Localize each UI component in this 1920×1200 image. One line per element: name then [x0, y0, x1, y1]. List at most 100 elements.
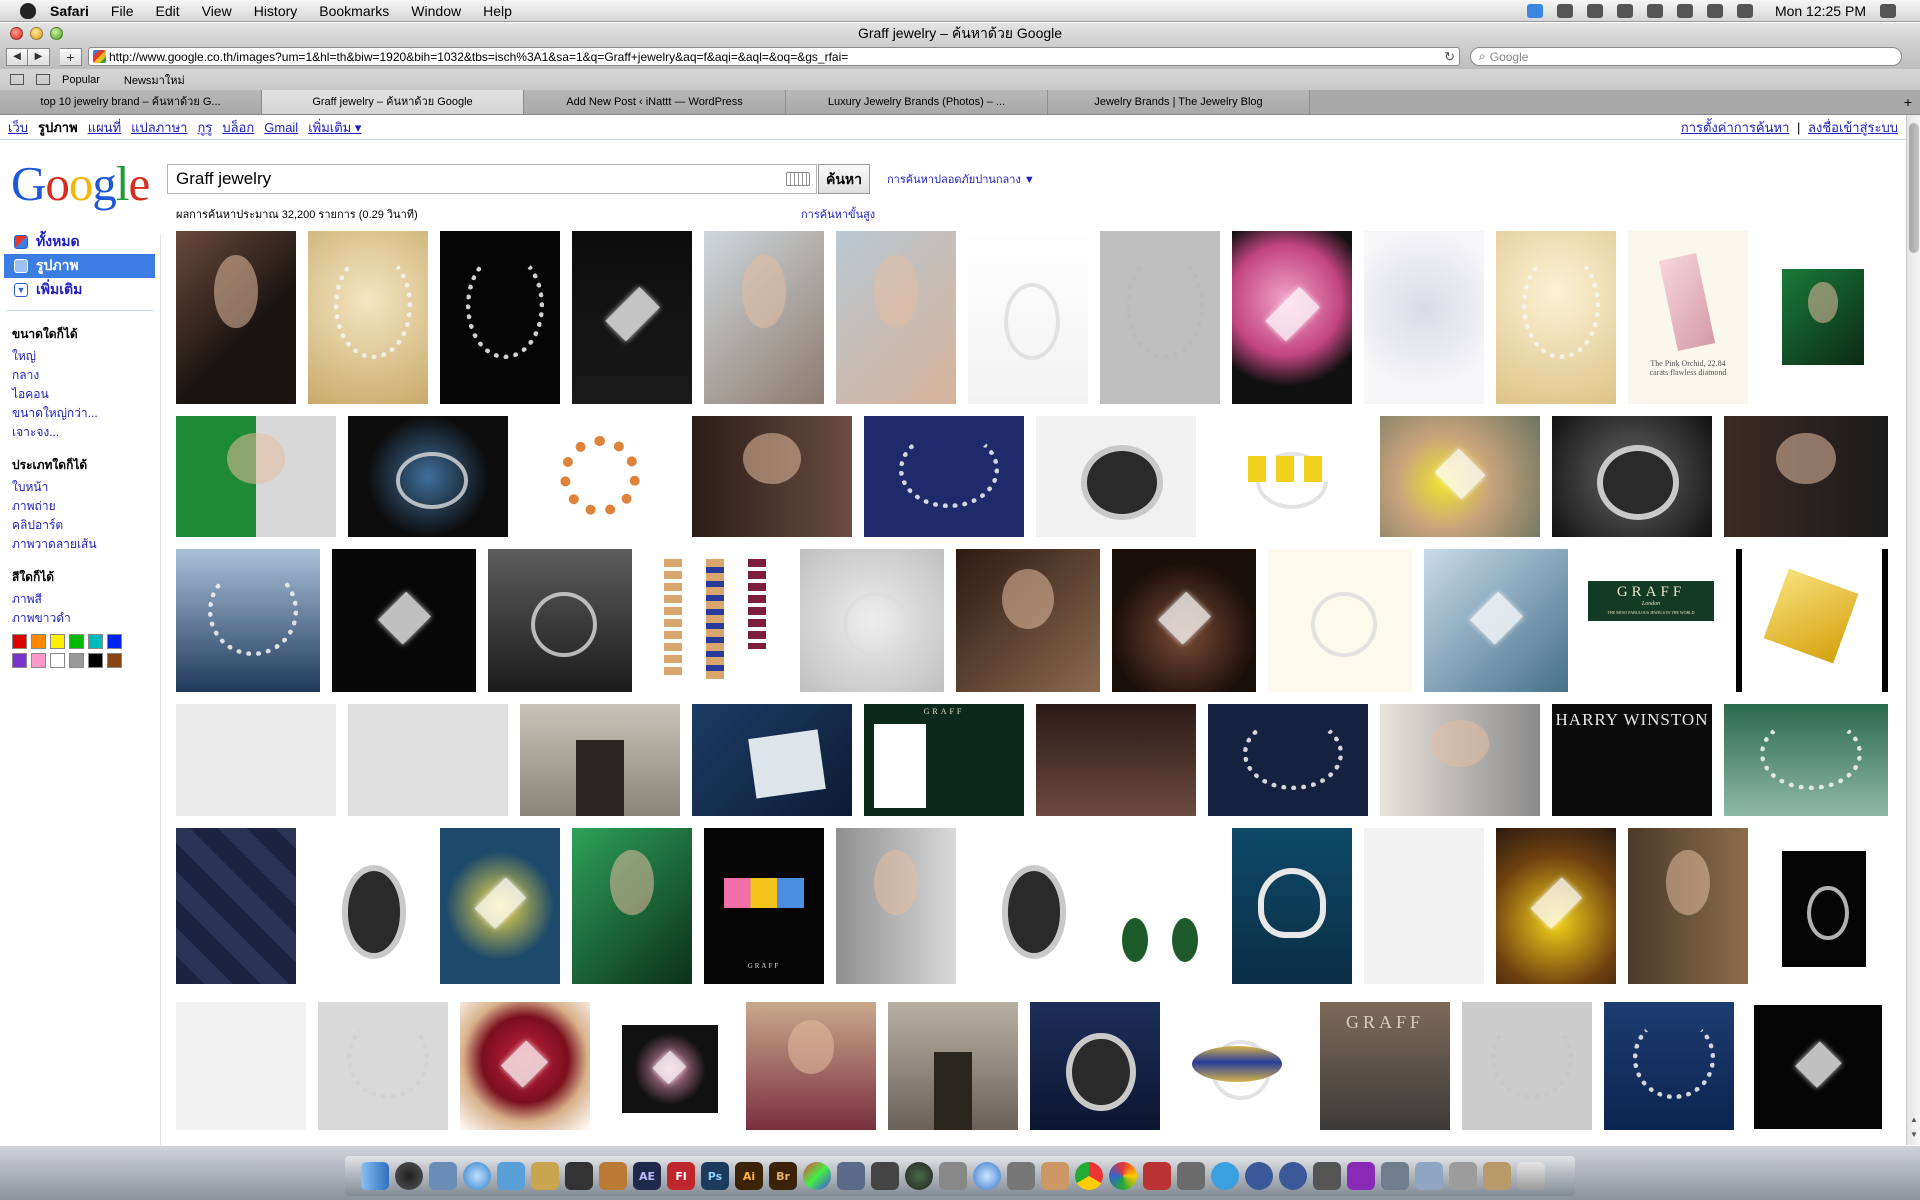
- size-icon-link[interactable]: ไอคอน: [12, 385, 160, 404]
- image-result[interactable]: [888, 1002, 1018, 1130]
- page-scrollbar[interactable]: ▲ ▼: [1906, 115, 1920, 1145]
- image-result[interactable]: [1754, 1005, 1882, 1129]
- spaces-icon[interactable]: [837, 1162, 865, 1190]
- image-result[interactable]: [1208, 704, 1368, 816]
- image-result[interactable]: The Pink Orchid, 22.84 carats flawless d…: [1628, 231, 1748, 404]
- address-bar[interactable]: http://www.google.co.th/images?um=1&hl=t…: [88, 47, 1460, 66]
- type-images[interactable]: รูปภาพ: [4, 254, 155, 278]
- color-swatch[interactable]: [107, 634, 122, 649]
- image-result[interactable]: HARRY WINSTON: [1552, 704, 1712, 816]
- type-lineart-link[interactable]: ภาพวาดลายเส้น: [12, 535, 160, 554]
- app-icon[interactable]: [1177, 1162, 1205, 1190]
- tab-jewelry-blog[interactable]: Jewelry Brands | The Jewelry Blog: [1048, 90, 1310, 114]
- browser-search-placeholder[interactable]: Google: [1490, 50, 1529, 64]
- image-result[interactable]: [308, 828, 428, 984]
- gbar-more-link[interactable]: เพิ่มเติม ▾: [308, 117, 361, 138]
- volume-icon[interactable]: [1736, 3, 1753, 18]
- menu-bookmarks[interactable]: Bookmarks: [319, 3, 389, 19]
- forward-button[interactable]: ▶: [28, 47, 50, 66]
- guitar-icon[interactable]: [599, 1162, 627, 1190]
- app-icon[interactable]: [1313, 1162, 1341, 1190]
- image-result[interactable]: [1462, 1002, 1592, 1130]
- image-result[interactable]: [692, 704, 852, 816]
- image-result[interactable]: [440, 231, 560, 404]
- image-result[interactable]: [1036, 704, 1196, 816]
- image-result[interactable]: GRAFF: [1320, 1002, 1450, 1130]
- iphoto-icon[interactable]: [497, 1162, 525, 1190]
- safari-icon[interactable]: [463, 1162, 491, 1190]
- image-result[interactable]: [956, 549, 1100, 692]
- image-result[interactable]: [572, 231, 692, 404]
- image-result[interactable]: [308, 231, 428, 404]
- image-result[interactable]: [704, 231, 824, 404]
- time-machine-icon[interactable]: [905, 1162, 933, 1190]
- image-result[interactable]: GRAFF London THE MOST FABULOUS JEWELS IN…: [1588, 581, 1714, 621]
- image-result[interactable]: [1496, 231, 1616, 404]
- scroll-thumb[interactable]: [1909, 123, 1919, 253]
- bridge-icon[interactable]: Br: [769, 1162, 797, 1190]
- image-result[interactable]: [1100, 828, 1220, 984]
- image-result[interactable]: [1782, 851, 1866, 967]
- image-result[interactable]: [1100, 231, 1220, 404]
- image-result[interactable]: [1496, 828, 1616, 984]
- show-all-bookmarks-icon[interactable]: [10, 74, 24, 85]
- menu-edit[interactable]: Edit: [155, 3, 179, 19]
- image-result[interactable]: [1736, 549, 1888, 692]
- image-result[interactable]: [1628, 828, 1748, 984]
- image-result[interactable]: [644, 549, 788, 692]
- illustrator-icon[interactable]: Ai: [735, 1162, 763, 1190]
- image-result[interactable]: [572, 828, 692, 984]
- picasa-icon[interactable]: [1109, 1162, 1137, 1190]
- image-result[interactable]: [692, 416, 852, 537]
- scroll-down-arrow-icon[interactable]: ▼: [1910, 1130, 1918, 1139]
- video-icon[interactable]: [871, 1162, 899, 1190]
- chrome-icon[interactable]: [1075, 1162, 1103, 1190]
- image-result[interactable]: [1208, 416, 1368, 537]
- color-swatch[interactable]: [69, 653, 84, 668]
- image-result[interactable]: [460, 1002, 590, 1130]
- gbar-guru-link[interactable]: กูรู: [197, 117, 212, 138]
- bookmark-news[interactable]: Newsมาใหม่: [124, 71, 185, 89]
- image-result[interactable]: [1030, 1002, 1160, 1130]
- image-result[interactable]: [440, 828, 560, 984]
- image-result[interactable]: [968, 231, 1088, 404]
- type-photo-link[interactable]: ภาพถ่าย: [12, 497, 160, 516]
- image-result[interactable]: [864, 416, 1024, 537]
- color-swatch[interactable]: [50, 634, 65, 649]
- image-result[interactable]: [1724, 704, 1888, 816]
- after-effects-icon[interactable]: AE: [633, 1162, 661, 1190]
- finder-icon[interactable]: [361, 1162, 389, 1190]
- color-swatch[interactable]: [50, 653, 65, 668]
- image-result[interactable]: [1724, 416, 1888, 537]
- tab-luxury-jewelry-brands[interactable]: Luxury Jewelry Brands (Photos) – ...: [786, 90, 1048, 114]
- color-swatch[interactable]: [12, 653, 27, 668]
- tab-wordpress-new-post[interactable]: Add New Post ‹ iNattt — WordPress: [524, 90, 786, 114]
- skype-icon[interactable]: [1211, 1162, 1239, 1190]
- image-result[interactable]: [800, 549, 944, 692]
- apple-menu-icon[interactable]: [20, 2, 36, 19]
- color-full-link[interactable]: ภาพสี: [12, 590, 160, 609]
- code-icon[interactable]: [1586, 3, 1603, 18]
- spotlight-icon[interactable]: [1880, 3, 1896, 18]
- color-swatch[interactable]: [88, 634, 103, 649]
- size-exact-link[interactable]: เจาะจง...: [12, 423, 160, 442]
- image-result[interactable]: [1424, 549, 1568, 692]
- image-result[interactable]: [1552, 416, 1712, 537]
- image-result[interactable]: [1364, 231, 1484, 404]
- menu-file[interactable]: File: [111, 3, 134, 19]
- image-result[interactable]: [1380, 416, 1540, 537]
- image-result[interactable]: [1782, 269, 1864, 365]
- menu-clock[interactable]: Mon 12:25 PM: [1775, 3, 1866, 19]
- type-heading[interactable]: ประเภทใดก็ได้: [12, 456, 160, 475]
- image-result[interactable]: [1364, 828, 1484, 984]
- menu-window[interactable]: Window: [411, 3, 461, 19]
- color-bw-link[interactable]: ภาพขาวดำ: [12, 609, 160, 628]
- image-result[interactable]: [332, 549, 476, 692]
- iwork-icon[interactable]: [531, 1162, 559, 1190]
- photoshop-icon[interactable]: Ps: [701, 1162, 729, 1190]
- type-more[interactable]: ▼ เพิ่มเติม: [0, 278, 160, 302]
- facebook-icon[interactable]: [1245, 1162, 1273, 1190]
- image-result[interactable]: [318, 1002, 448, 1130]
- new-tab-button[interactable]: +: [1896, 90, 1920, 114]
- time-machine-icon[interactable]: [1616, 3, 1633, 18]
